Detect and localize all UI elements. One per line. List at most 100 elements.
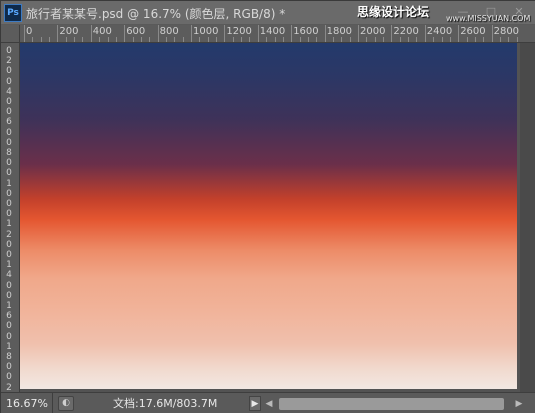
ruler-minor-tick bbox=[332, 37, 334, 42]
ruler-tick-label: 2600 bbox=[460, 26, 486, 37]
vertical-ruler-label: 0 bbox=[6, 199, 12, 209]
scroll-left-icon[interactable]: ◀ bbox=[263, 396, 275, 412]
ruler-major-tick bbox=[191, 25, 192, 42]
ruler-tick-label: 0 bbox=[26, 26, 33, 37]
ruler-tick-label: 800 bbox=[159, 26, 179, 37]
ruler-major-tick bbox=[24, 25, 25, 42]
ruler-minor-tick bbox=[449, 37, 451, 42]
ruler-minor-tick bbox=[65, 37, 67, 42]
ruler-minor-tick bbox=[232, 37, 234, 42]
ruler-minor-tick bbox=[140, 37, 142, 42]
vertical-ruler-label: 2 bbox=[6, 229, 12, 240]
vertical-ruler-label: 0 bbox=[6, 321, 12, 332]
vertical-ruler-label: 0 bbox=[6, 372, 12, 383]
vertical-ruler-label: 0 bbox=[6, 290, 12, 301]
ruler-minor-tick bbox=[115, 37, 117, 42]
status-menu-arrow-icon[interactable]: ▶ bbox=[249, 396, 261, 411]
ruler-tick-label: 1400 bbox=[259, 26, 286, 37]
ruler-minor-tick bbox=[40, 37, 42, 42]
ruler-minor-tick bbox=[516, 37, 518, 42]
vertical-ruler-label: 0 bbox=[6, 158, 12, 169]
ruler-minor-tick bbox=[174, 37, 176, 42]
vertical-ruler-label: 0 bbox=[6, 76, 12, 87]
ruler-major-tick bbox=[458, 25, 460, 42]
vertical-ruler-label: 1 bbox=[6, 178, 12, 189]
vertical-ruler[interactable]: 0200400600800100012001400160018002 bbox=[1, 43, 20, 392]
ruler-minor-tick bbox=[274, 37, 276, 42]
zoom-level[interactable]: 16.67% bbox=[1, 393, 53, 413]
ruler-minor-tick bbox=[349, 37, 351, 42]
ruler-tick-label: 2200 bbox=[393, 26, 419, 37]
vertical-scrollbar[interactable] bbox=[520, 43, 535, 392]
vertical-ruler-label: 0 bbox=[6, 362, 12, 373]
ruler-tick-label: 400 bbox=[92, 26, 112, 37]
vertical-ruler-label: 1 bbox=[6, 260, 12, 271]
vertical-ruler-label: 8 bbox=[6, 148, 12, 158]
ruler-tick-label: 2400 bbox=[426, 26, 453, 37]
ruler-tick-label: 600 bbox=[126, 26, 146, 37]
vertical-ruler-label: 0 bbox=[6, 66, 12, 77]
vertical-ruler-label: 0 bbox=[6, 46, 12, 56]
ruler-minor-tick bbox=[99, 37, 101, 42]
ruler-minor-tick bbox=[82, 37, 84, 42]
vertical-ruler-label: 0 bbox=[6, 239, 12, 250]
ruler-tick-label: 1000 bbox=[193, 26, 219, 37]
status-bar: 16.67% ◐ 文档:17.6M/803.7M ▶ ◀ ▶ bbox=[1, 392, 535, 413]
ruler-minor-tick bbox=[383, 37, 385, 42]
canvas-area bbox=[20, 43, 535, 392]
ruler-major-tick bbox=[224, 25, 226, 42]
vertical-ruler-label: 0 bbox=[6, 250, 12, 260]
ruler-minor-tick bbox=[266, 37, 268, 42]
vertical-ruler-label: 0 bbox=[6, 209, 12, 220]
ruler-major-tick bbox=[291, 25, 293, 42]
vertical-ruler-label: 2 bbox=[6, 56, 12, 67]
vertical-ruler-label: 4 bbox=[6, 86, 12, 97]
ruler-minor-tick bbox=[499, 37, 501, 42]
document-status-icon[interactable]: ◐ bbox=[58, 396, 74, 411]
vertical-ruler-label: 0 bbox=[6, 127, 12, 138]
ruler-origin[interactable] bbox=[1, 25, 20, 43]
vertical-ruler-label: 0 bbox=[6, 188, 12, 199]
horizontal-scrollbar[interactable]: ◀ ▶ bbox=[263, 396, 535, 412]
ruler-minor-tick bbox=[216, 37, 218, 42]
vertical-ruler-label: 6 bbox=[6, 117, 12, 128]
gradient-canvas[interactable] bbox=[20, 43, 517, 389]
ruler-major-tick bbox=[157, 25, 159, 42]
ruler-major-tick bbox=[90, 25, 92, 42]
vertical-ruler-label: 0 bbox=[6, 107, 12, 118]
vertical-ruler-label: 0 bbox=[6, 97, 12, 107]
ruler-minor-tick bbox=[341, 37, 343, 42]
ruler-minor-tick bbox=[483, 37, 485, 42]
vertical-ruler-label: 1 bbox=[6, 219, 12, 230]
ruler-minor-tick bbox=[433, 37, 435, 42]
vertical-ruler-label: 8 bbox=[6, 352, 12, 362]
ruler-major-tick bbox=[257, 25, 259, 42]
ruler-minor-tick bbox=[74, 37, 76, 42]
horizontal-scroll-thumb[interactable] bbox=[279, 398, 504, 410]
ruler-tick-label: 2000 bbox=[360, 26, 386, 37]
document-window: Ps 旅行者某某号.psd @ 16.7% (颜色层, RGB/8) * — □… bbox=[0, 0, 535, 413]
ruler-minor-tick bbox=[149, 37, 151, 42]
ruler-minor-tick bbox=[408, 37, 410, 42]
watermark: 思缘设计论坛 bbox=[357, 5, 430, 19]
ruler-minor-tick bbox=[474, 37, 476, 42]
document-title-bar[interactable]: Ps 旅行者某某号.psd @ 16.7% (颜色层, RGB/8) * — □… bbox=[1, 1, 535, 25]
scroll-right-icon[interactable]: ▶ bbox=[513, 396, 525, 412]
ruler-major-tick bbox=[424, 25, 426, 42]
vertical-ruler-label: 6 bbox=[6, 311, 12, 322]
horizontal-ruler[interactable]: 0 200 400 600 800 1000 1200 1400 1600 1800 2000 220… bbox=[20, 25, 535, 43]
ruler-major-tick bbox=[491, 25, 493, 42]
ruler-minor-tick bbox=[107, 37, 109, 42]
ruler-minor-tick bbox=[132, 37, 134, 42]
ruler-minor-tick bbox=[307, 37, 309, 42]
vertical-ruler-label: 0 bbox=[6, 137, 12, 148]
ruler-minor-tick bbox=[316, 37, 318, 42]
ruler-minor-tick bbox=[366, 37, 368, 42]
vertical-ruler-label: 2 bbox=[6, 382, 12, 392]
ruler-minor-tick bbox=[207, 37, 209, 42]
ruler-major-tick bbox=[391, 25, 393, 42]
ruler-tick-label: 1200 bbox=[226, 26, 252, 37]
ruler-major-tick bbox=[324, 25, 326, 42]
vertical-ruler-label: 0 bbox=[6, 280, 12, 291]
vertical-ruler-label: 1 bbox=[6, 341, 12, 352]
